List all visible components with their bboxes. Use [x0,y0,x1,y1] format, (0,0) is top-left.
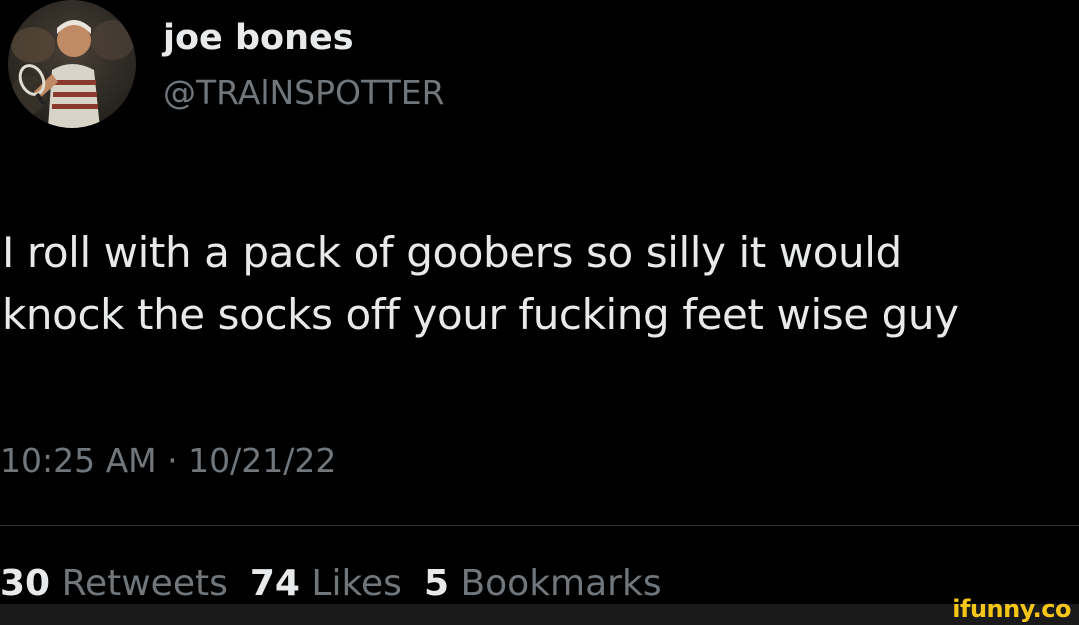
bookmarks-count: 5 [423,563,449,604]
retweets-count: 30 [0,563,51,604]
footer-bar [0,604,1079,625]
author-handle[interactable]: @TRAlNSPOTTER [163,74,445,112]
bookmarks-label: Bookmarks [460,563,662,604]
divider [0,525,1079,526]
bookmarks-stat[interactable]: 5 Bookmarks [424,564,662,604]
retweets-stat[interactable]: 30 Retweets [0,564,228,604]
ifunny-watermark: ifunny.co [952,595,1071,623]
retweets-label: Retweets [61,563,228,604]
likes-stat[interactable]: 74 Likes [250,564,402,604]
likes-count: 74 [249,563,300,604]
tweet-line: knock the socks off your fucking feet wi… [2,290,959,339]
author-display-name[interactable]: joe bones [163,18,354,58]
likes-label: Likes [311,563,402,604]
tweet-timestamp[interactable]: 10:25 AM · 10/21/22 [0,441,336,481]
tweet-line: I roll with a pack of goobers so silly i… [2,228,902,277]
profile-photo-icon [10,20,135,128]
avatar[interactable] [8,0,136,128]
tweet-text: I roll with a pack of goobers so silly i… [2,222,1077,346]
tweet-stats: 30 Retweets 74 Likes 5 Bookmarks [0,564,684,604]
